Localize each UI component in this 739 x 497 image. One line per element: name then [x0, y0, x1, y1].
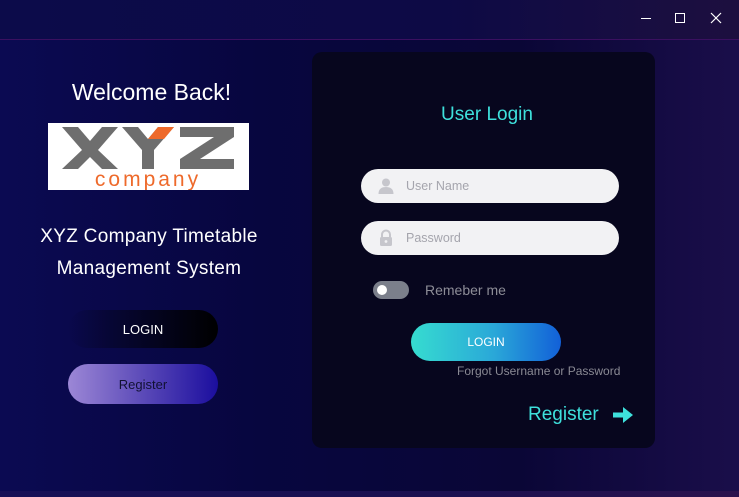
left-register-button[interactable]: Register: [68, 364, 218, 404]
maximize-icon: [675, 13, 685, 23]
toggle-knob: [377, 285, 387, 295]
close-icon: [710, 12, 722, 24]
password-field[interactable]: [361, 221, 619, 255]
xyz-company-logo-graphic: company: [62, 127, 234, 190]
username-field[interactable]: [361, 169, 619, 203]
close-button[interactable]: [701, 4, 731, 32]
remember-me-label: Remeber me: [425, 282, 506, 298]
maximize-button[interactable]: [665, 4, 695, 32]
bottom-edge: [0, 491, 739, 497]
minimize-button[interactable]: [631, 4, 661, 32]
password-input[interactable]: [406, 221, 606, 255]
system-title: XYZ Company Timetable Management System: [0, 221, 298, 285]
company-logo: company: [48, 123, 249, 190]
login-button[interactable]: LOGIN: [411, 323, 561, 361]
welcome-panel: Welcome Back! company XYZ Company Timeta…: [0, 41, 300, 497]
welcome-heading: Welcome Back!: [71, 79, 232, 105]
user-icon: [378, 178, 394, 194]
arrow-right-icon: [612, 407, 633, 423]
register-link[interactable]: Register: [528, 402, 633, 428]
login-card: User Login Remeber me LOGIN Forgot Usern…: [312, 52, 655, 448]
remember-me-toggle[interactable]: [373, 281, 409, 299]
username-input[interactable]: [406, 169, 606, 203]
left-login-button[interactable]: LOGIN: [68, 310, 218, 348]
register-link-label: Register: [528, 404, 599, 425]
system-title-line-1: XYZ Company Timetable: [40, 226, 258, 247]
minimize-icon: [641, 17, 651, 19]
app-window: Welcome Back! company XYZ Company Timeta…: [0, 0, 739, 497]
login-title: User Login: [441, 104, 533, 125]
system-title-line-2: Management System: [56, 258, 242, 279]
logo-company-text: company: [95, 168, 201, 190]
forgot-credentials-link[interactable]: Forgot Username or Password: [457, 364, 620, 378]
lock-icon: [380, 229, 392, 246]
title-bar: [0, 0, 739, 40]
